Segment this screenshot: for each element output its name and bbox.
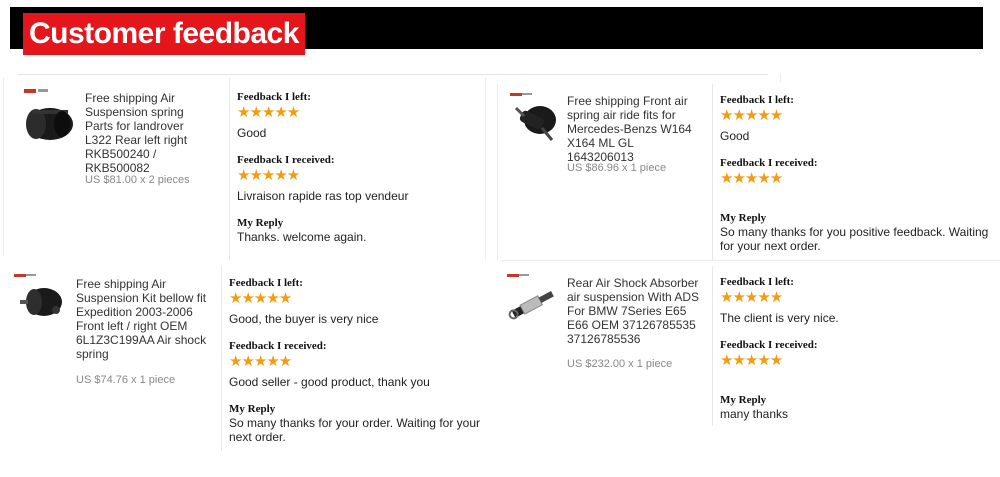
- feedback-card: Free shipping Front air spring air ride …: [500, 84, 1000, 260]
- divider: [500, 260, 1000, 261]
- feedback-received-heading: Feedback I received:: [229, 340, 327, 352]
- divider: [712, 266, 713, 426]
- feedback-received-text: [720, 192, 990, 206]
- feedback-panel: Feedback I left: ★★★★★ Good, the buyer i…: [229, 277, 484, 444]
- product-image[interactable]: [12, 270, 68, 326]
- rating-stars: ★★★★★: [229, 290, 292, 307]
- product-price: US $81.00 x 2 pieces: [85, 174, 190, 186]
- product-image[interactable]: [505, 270, 561, 330]
- feedback-left-text: Good: [237, 126, 267, 140]
- feedback-left-heading: Feedback I left:: [237, 91, 311, 103]
- feedback-card: Rear Air Shock Absorber air suspension W…: [500, 266, 1000, 426]
- feedback-left-text: The client is very nice.: [720, 311, 839, 325]
- product-image[interactable]: [508, 90, 560, 146]
- reply-text: So many thanks for your order. Waiting f…: [229, 416, 480, 444]
- divider: [497, 84, 498, 260]
- rating-stars: ★★★★★: [720, 352, 783, 369]
- reply-heading: My Reply: [237, 217, 284, 229]
- rating-stars: ★★★★★: [237, 104, 300, 121]
- page-title: Customer feedback: [23, 13, 305, 55]
- divider: [229, 78, 230, 260]
- feedback-card: Free shipping Air Suspension spring Part…: [0, 78, 485, 260]
- feedback-received-heading: Feedback I received:: [720, 339, 818, 351]
- reply-text: So many thanks for you positive feedback…: [720, 225, 989, 253]
- product-title[interactable]: Free shipping Front air spring air ride …: [567, 94, 702, 164]
- feedback-received-text: Livraison rapide ras top vendeur: [237, 189, 409, 203]
- feedback-panel: Feedback I left: ★★★★★ Good Feedback I r…: [237, 91, 482, 244]
- feedback-card: Free shipping Air Suspension Kit bellow …: [0, 266, 485, 451]
- feedback-panel: Feedback I left: ★★★★★ The client is ver…: [720, 276, 990, 421]
- product-title[interactable]: Rear Air Shock Absorber air suspension W…: [567, 276, 702, 346]
- feedback-left-heading: Feedback I left:: [720, 94, 794, 106]
- feedback-left-heading: Feedback I left:: [229, 277, 303, 289]
- rating-stars: ★★★★★: [720, 107, 783, 124]
- rating-stars: ★★★★★: [229, 353, 292, 370]
- feedback-left-heading: Feedback I left:: [720, 276, 794, 288]
- feedback-received-text: Good seller - good product, thank you: [229, 375, 430, 389]
- product-title[interactable]: Free shipping Air Suspension Kit bellow …: [76, 277, 211, 361]
- feedback-received-text: [720, 374, 990, 388]
- divider: [712, 84, 713, 260]
- reply-text: Thanks. welcome again.: [237, 230, 367, 244]
- feedback-panel: Feedback I left: ★★★★★ Good Feedback I r…: [720, 94, 990, 253]
- header-bar: Customer feedback: [10, 7, 983, 55]
- reply-heading: My Reply: [229, 403, 276, 415]
- reply-heading: My Reply: [720, 394, 767, 406]
- feedback-left-text: Good: [720, 129, 750, 143]
- feedback-left-text: Good, the buyer is very nice: [229, 312, 379, 326]
- product-price: US $74.76 x 1 piece: [76, 374, 176, 386]
- divider: [221, 266, 222, 451]
- divider: [780, 74, 781, 82]
- product-title[interactable]: Free shipping Air Suspension spring Part…: [85, 91, 213, 175]
- reply-heading: My Reply: [720, 212, 767, 224]
- product-price: US $232.00 x 1 piece: [567, 358, 673, 370]
- product-price: US $86.96 x 1 piece: [567, 162, 667, 174]
- divider: [18, 74, 768, 75]
- rating-stars: ★★★★★: [720, 170, 783, 187]
- feedback-received-heading: Feedback I received:: [720, 157, 818, 169]
- feedback-received-heading: Feedback I received:: [237, 154, 335, 166]
- rating-stars: ★★★★★: [237, 167, 300, 184]
- divider: [485, 78, 486, 260]
- product-image[interactable]: [22, 86, 78, 146]
- rating-stars: ★★★★★: [720, 289, 783, 306]
- reply-text: many thanks: [720, 407, 789, 421]
